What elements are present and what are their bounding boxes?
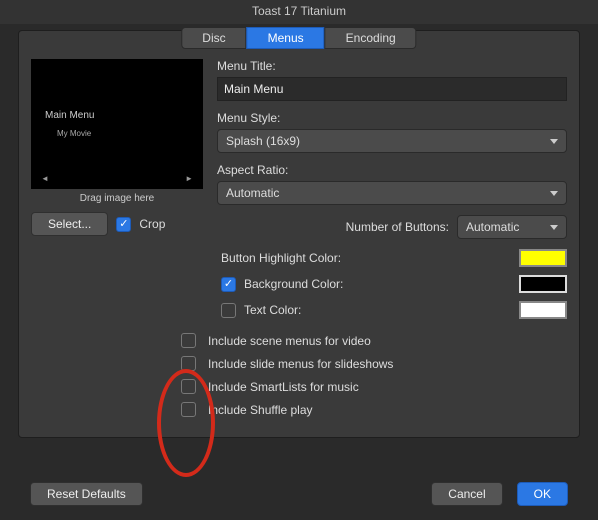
preview-prev-icon: ◄ — [41, 174, 49, 183]
text-color-swatch[interactable] — [519, 301, 567, 319]
chevron-down-icon — [550, 139, 558, 144]
aspect-ratio-label: Aspect Ratio: — [217, 163, 567, 177]
menu-style-select[interactable]: Splash (16x9) — [217, 129, 567, 153]
include-scene-label: Include scene menus for video — [208, 334, 371, 348]
menu-style-label: Menu Style: — [217, 111, 567, 125]
num-buttons-value: Automatic — [466, 220, 519, 234]
include-smartlists-label: Include SmartLists for music — [208, 380, 359, 394]
menu-style-value: Splash (16x9) — [226, 134, 300, 148]
highlight-color-swatch[interactable] — [519, 249, 567, 267]
text-color-checkbox[interactable] — [221, 303, 236, 318]
select-image-button[interactable]: Select... — [31, 212, 108, 236]
include-shuffle-checkbox[interactable] — [181, 402, 196, 417]
include-slide-checkbox[interactable] — [181, 356, 196, 371]
include-slide-label: Include slide menus for slideshows — [208, 357, 393, 371]
cancel-button[interactable]: Cancel — [431, 482, 502, 506]
include-options: Include scene menus for video Include sl… — [31, 333, 567, 417]
window-title: Toast 17 Titanium — [0, 0, 598, 24]
num-buttons-select[interactable]: Automatic — [457, 215, 567, 239]
crop-label: Crop — [139, 217, 165, 231]
ok-button[interactable]: OK — [517, 482, 568, 506]
crop-checkbox[interactable] — [116, 217, 131, 232]
tab-disc[interactable]: Disc — [181, 27, 246, 49]
include-smartlists-checkbox[interactable] — [181, 379, 196, 394]
background-color-checkbox[interactable] — [221, 277, 236, 292]
include-scene-checkbox[interactable] — [181, 333, 196, 348]
include-shuffle-label: Include Shuffle play — [208, 403, 313, 417]
tab-encoding[interactable]: Encoding — [325, 27, 417, 49]
preview-item: My Movie — [57, 129, 203, 138]
text-color-label: Text Color: — [244, 303, 301, 317]
menu-preview[interactable]: Main Menu My Movie ◄ ► — [31, 59, 203, 189]
preview-next-icon: ► — [185, 174, 193, 183]
chevron-down-icon — [550, 191, 558, 196]
menu-title-label: Menu Title: — [217, 59, 567, 73]
menu-title-input[interactable] — [217, 77, 567, 101]
chevron-down-icon — [550, 225, 558, 230]
tab-bar: Disc Menus Encoding — [181, 27, 416, 49]
preview-title: Main Menu — [45, 110, 203, 121]
reset-defaults-button[interactable]: Reset Defaults — [30, 482, 143, 506]
background-color-label: Background Color: — [244, 277, 343, 291]
background-color-swatch[interactable] — [519, 275, 567, 293]
num-buttons-label: Number of Buttons: — [346, 220, 449, 234]
drag-image-label: Drag image here — [31, 189, 203, 212]
aspect-ratio-select[interactable]: Automatic — [217, 181, 567, 205]
highlight-color-label: Button Highlight Color: — [221, 251, 341, 265]
aspect-ratio-value: Automatic — [226, 186, 279, 200]
tab-menus[interactable]: Menus — [247, 27, 325, 49]
settings-panel: Disc Menus Encoding Main Menu My Movie ◄… — [18, 30, 580, 438]
